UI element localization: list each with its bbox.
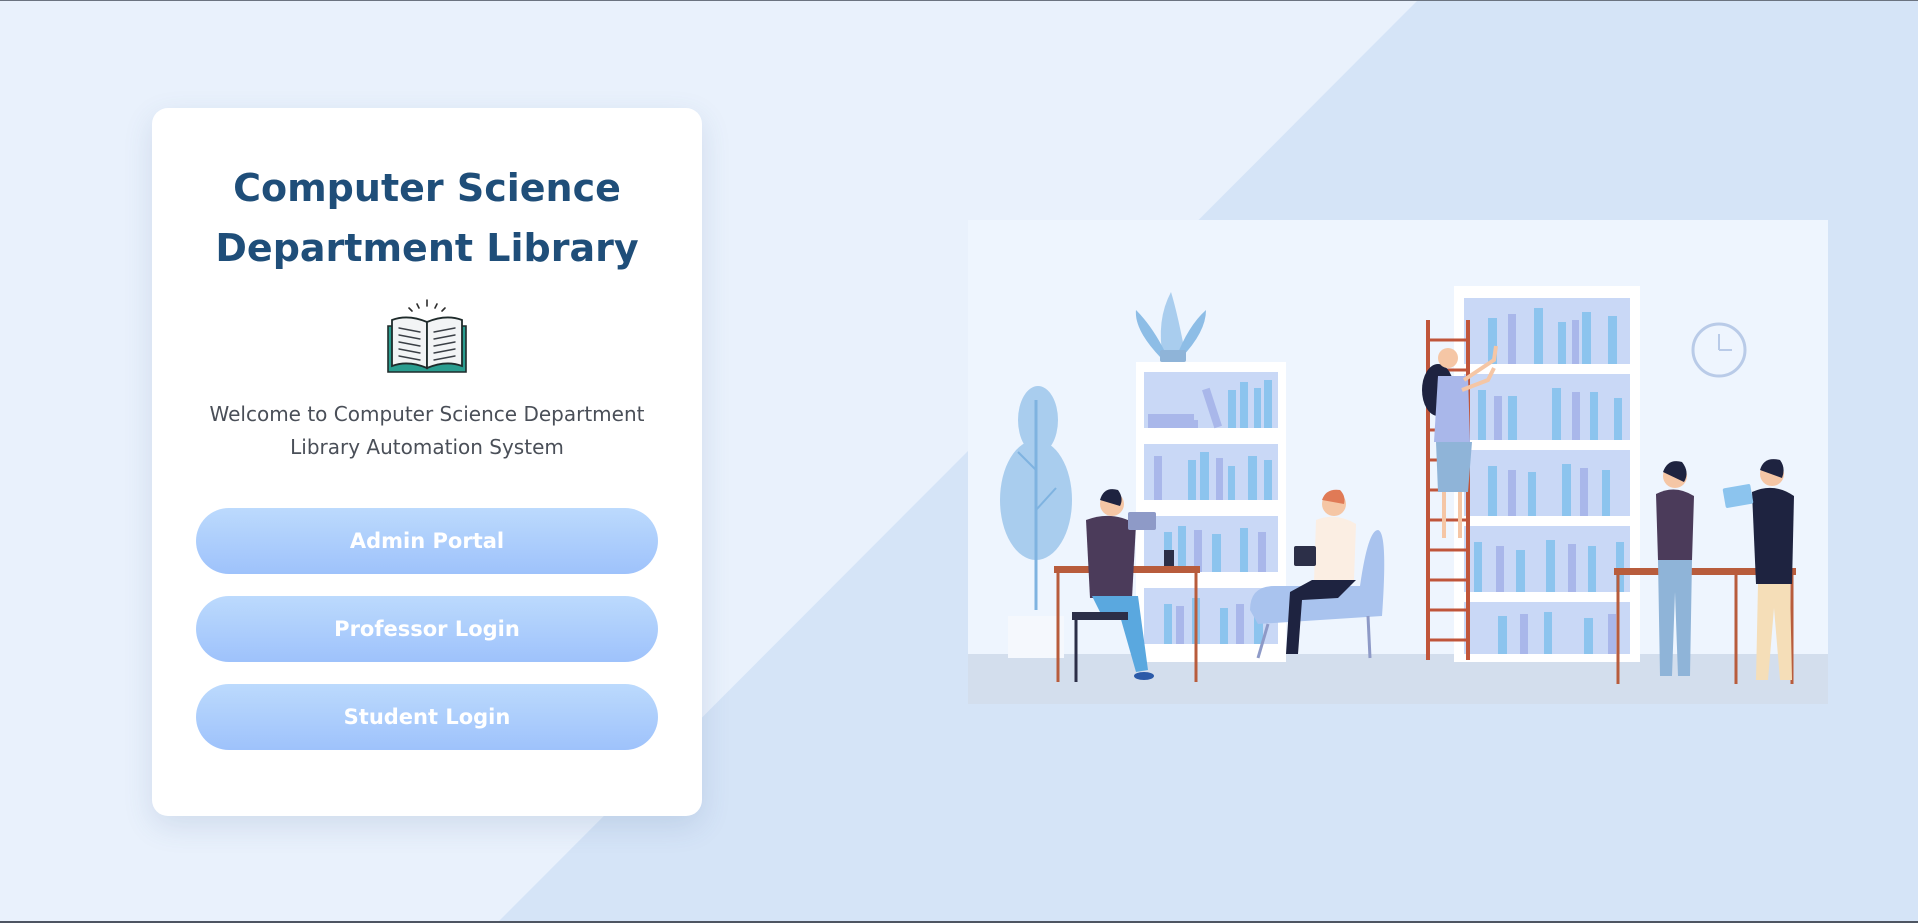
title-line-2: Department Library bbox=[215, 226, 639, 270]
page-title: Computer Science Department Library bbox=[152, 158, 702, 278]
bookshelf-right bbox=[1454, 286, 1640, 662]
professor-login-button[interactable]: Professor Login bbox=[196, 596, 658, 662]
student-login-button[interactable]: Student Login bbox=[196, 684, 658, 750]
welcome-line-1: Welcome to Computer Science Department bbox=[209, 402, 645, 426]
welcome-message: Welcome to Computer Science Department L… bbox=[202, 398, 652, 464]
library-illustration bbox=[968, 220, 1828, 704]
admin-portal-button[interactable]: Admin Portal bbox=[196, 508, 658, 574]
welcome-line-2: Library Automation System bbox=[290, 435, 564, 459]
login-card: Computer Science Department Library Welc… bbox=[152, 108, 702, 816]
title-line-1: Computer Science bbox=[233, 166, 621, 210]
open-book-icon bbox=[387, 299, 467, 373]
top-border bbox=[0, 0, 1918, 1]
